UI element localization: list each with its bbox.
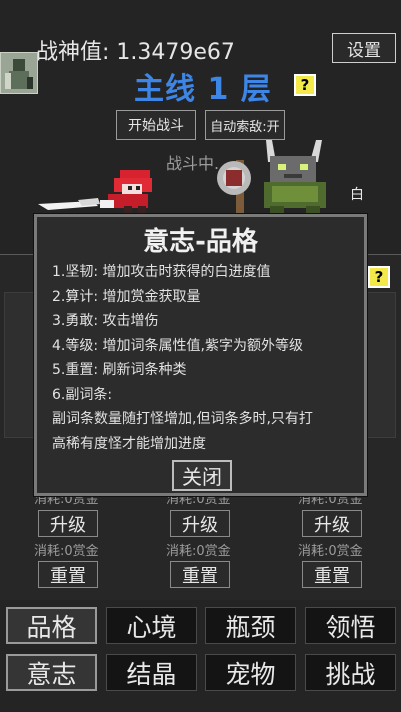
tab-label: 品格 bbox=[26, 612, 77, 642]
tab-label: 挑战 bbox=[325, 659, 376, 689]
modal-line: 3.勇敢: 攻击增伤 bbox=[52, 313, 159, 329]
tab-challenge[interactable]: 挑战 bbox=[305, 654, 396, 691]
reset-cost: 消耗:0赏金 bbox=[166, 544, 231, 559]
reset-button[interactable]: 重置 bbox=[302, 561, 362, 588]
tab-label: 领悟 bbox=[325, 612, 376, 642]
upgrade-button[interactable]: 升级 bbox=[170, 510, 230, 537]
info-modal: 意志-品格 1.坚韧: 增加攻击时获得的白进度值 2.算计: 增加赏金获取量 3… bbox=[34, 214, 367, 496]
power-value: 1.3479e67 bbox=[116, 40, 235, 65]
upgrade-label: 升级 bbox=[50, 514, 86, 536]
reset-button[interactable]: 重置 bbox=[38, 561, 98, 588]
close-button[interactable]: 关闭 bbox=[172, 460, 232, 491]
modal-line: 4.等级: 增加词条属性值,紫字为额外等级 bbox=[52, 337, 303, 354]
start-battle-label: 开始战斗 bbox=[128, 118, 184, 134]
modal-line: 5.重置: 刷新词条种类 bbox=[52, 362, 187, 378]
power-label: 战神值: bbox=[36, 40, 110, 65]
panel-help-icon: ? bbox=[374, 268, 384, 286]
auto-target-label: 自动索敌:开 bbox=[210, 119, 280, 135]
settings-button[interactable]: 设置 bbox=[332, 33, 396, 63]
close-label: 关闭 bbox=[182, 465, 222, 489]
modal-title: 意志-品格 bbox=[143, 227, 258, 257]
reset-label: 重置 bbox=[182, 565, 218, 587]
modal-line: 1.坚韧: 增加攻击时获得的白进度值 bbox=[52, 264, 271, 280]
power-display: 战神值: 1.3479e67 bbox=[36, 34, 235, 66]
modal-line: 高稀有度怪才能增加进度 bbox=[52, 435, 206, 452]
enemy-sprite-icon bbox=[217, 140, 326, 218]
reset-cost: 消耗:0赏金 bbox=[298, 544, 363, 559]
auto-target-toggle[interactable]: 自动索敌:开 bbox=[205, 110, 285, 140]
reset-label: 重置 bbox=[314, 565, 350, 587]
modal-line: 6.副词条: bbox=[52, 386, 113, 403]
stage-help-button[interactable]: ? bbox=[294, 74, 316, 96]
reset-button[interactable]: 重置 bbox=[170, 561, 230, 588]
avatar-figure-icon bbox=[1, 53, 37, 93]
start-battle-button[interactable]: 开始战斗 bbox=[116, 110, 196, 140]
modal-line: 副词条数量随打怪增加,但词条多时,只有打 bbox=[52, 411, 313, 427]
upgrade-button[interactable]: 升级 bbox=[38, 510, 98, 537]
upgrade-label: 升级 bbox=[182, 514, 218, 536]
modal-line: 2.算计: 增加赏金获取量 bbox=[52, 288, 201, 305]
tab-mind[interactable]: 心境 bbox=[106, 607, 197, 644]
reset-label: 重置 bbox=[50, 565, 86, 587]
tab-will[interactable]: 意志 bbox=[6, 654, 97, 691]
tab-bottleneck[interactable]: 瓶颈 bbox=[205, 607, 296, 644]
tab-pet[interactable]: 宠物 bbox=[205, 654, 296, 691]
upgrade-label: 升级 bbox=[314, 514, 350, 536]
player-avatar[interactable] bbox=[0, 52, 38, 94]
tab-label: 心境 bbox=[126, 612, 177, 642]
tab-crystal[interactable]: 结晶 bbox=[106, 654, 197, 691]
tab-label: 结晶 bbox=[126, 659, 177, 689]
settings-label: 设置 bbox=[347, 40, 381, 61]
tab-label: 瓶颈 bbox=[225, 612, 276, 642]
side-char: 白 bbox=[350, 187, 364, 203]
reset-cost: 消耗:0赏金 bbox=[34, 544, 99, 559]
tab-label: 宠物 bbox=[225, 659, 276, 689]
tab-character[interactable]: 品格 bbox=[6, 607, 97, 644]
upgrade-button[interactable]: 升级 bbox=[302, 510, 362, 537]
stage-title: 主线 1 层 bbox=[134, 72, 272, 107]
help-icon: ? bbox=[300, 76, 310, 94]
tab-label: 意志 bbox=[26, 659, 77, 689]
hero-sprite-icon bbox=[38, 170, 152, 214]
tab-insight[interactable]: 领悟 bbox=[305, 607, 396, 644]
modal-body: 1.坚韧: 增加攻击时获得的白进度值 2.算计: 增加赏金获取量 3.勇敢: 攻… bbox=[52, 260, 364, 456]
panel-help-button[interactable]: ? bbox=[368, 266, 390, 288]
